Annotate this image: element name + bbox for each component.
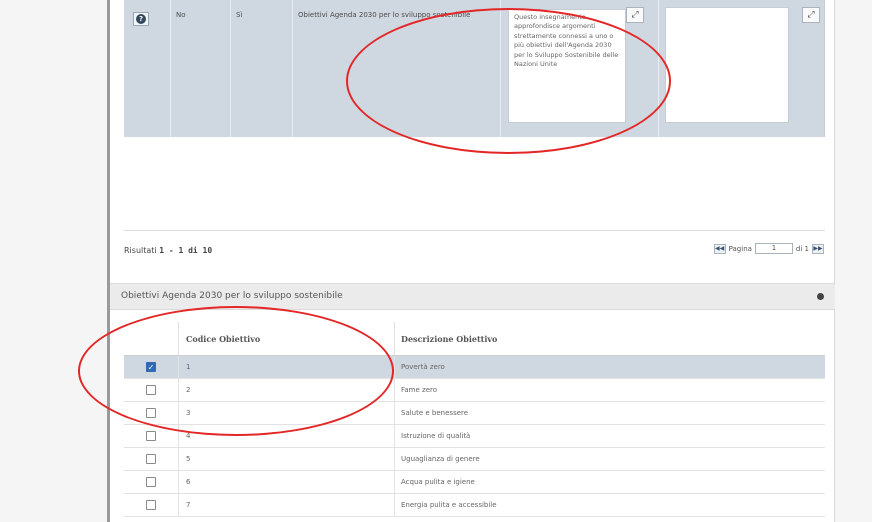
grid-cell-second: ⤢ [658, 0, 825, 137]
table-header: Codice Obiettivo Descrizione Obiettivo [124, 322, 825, 356]
row-select-cell [124, 448, 179, 470]
row-desc: Uguaglianza di genere [401, 455, 480, 463]
table-row[interactable]: 6 Acqua pulita e igiene [124, 471, 825, 494]
grid-cell-si: Sì [230, 0, 292, 137]
checkbox-icon[interactable] [146, 431, 156, 441]
section-header[interactable]: Obiettivi Agenda 2030 per lo sviluppo so… [110, 283, 835, 310]
row-desc: Fame zero [401, 386, 438, 394]
page: ? No Sì Obiettivi Agenda 2030 per lo svi… [0, 0, 872, 522]
grid-cell-description: Questo insegnamento approfondisce argome… [500, 0, 658, 137]
checkbox-icon[interactable] [146, 408, 156, 418]
row-desc: Acqua pulita e igiene [401, 478, 475, 486]
results-range: 1 - 1 di 10 [159, 246, 213, 255]
pager: ◀◀ Pagina 1 di 1 ▶▶ [713, 243, 824, 254]
row-code: 4 [179, 425, 395, 447]
row-code: 2 [179, 379, 395, 401]
row-desc: Povertà zero [401, 363, 445, 371]
row-code: 6 [179, 471, 395, 493]
table-row[interactable]: 4 Istruzione di qualità [124, 425, 825, 448]
checkbox-icon[interactable]: ✓ [146, 362, 156, 372]
row-code: 3 [179, 402, 395, 424]
info-button[interactable]: ? [133, 12, 149, 26]
expand-icon[interactable]: ⤢ [802, 7, 820, 23]
row-select-cell: ✓ [124, 356, 179, 378]
section-title: Obiettivi Agenda 2030 per lo sviluppo so… [121, 291, 343, 301]
row-select-cell [124, 402, 179, 424]
row-desc: Salute e benessere [401, 409, 469, 417]
row-select-cell [124, 471, 179, 493]
table-row[interactable]: 7 Energia pulita e accessibile [124, 494, 825, 517]
row-select-cell [124, 494, 179, 516]
info-icon: ? [136, 14, 146, 24]
collapse-icon[interactable] [817, 293, 824, 300]
grid-cell-obiettivi-label: Obiettivi Agenda 2030 per lo sviluppo so… [292, 0, 500, 137]
grid-cell-info: ? [124, 0, 170, 137]
checkbox-icon[interactable] [146, 454, 156, 464]
table-row[interactable]: 5 Uguaglianza di genere [124, 448, 825, 471]
row-select-cell [124, 425, 179, 447]
results-count: Risultati 1 - 1 di 10 [124, 246, 212, 255]
page-number-input[interactable]: 1 [754, 243, 793, 254]
pager-total: di 1 [795, 244, 809, 253]
row-code: 1 [179, 356, 395, 378]
header-codice[interactable]: Codice Obiettivo [179, 322, 395, 355]
row-code: 7 [179, 494, 395, 516]
header-select [124, 322, 179, 355]
row-code: 5 [179, 448, 395, 470]
first-page-icon[interactable]: ◀◀ [713, 243, 726, 254]
table-row[interactable]: ✓ 1 Povertà zero [124, 356, 825, 379]
pager-label: Pagina [728, 244, 752, 253]
divider [124, 230, 825, 231]
results-prefix: Risultati [124, 246, 160, 255]
grid-cell-no: No [170, 0, 230, 137]
table-row[interactable]: 2 Fame zero [124, 379, 825, 402]
checkbox-icon[interactable] [146, 477, 156, 487]
header-descrizione[interactable]: Descrizione Obiettivo [395, 322, 825, 355]
expand-icon[interactable]: ⤢ [626, 7, 644, 23]
row-select-cell [124, 379, 179, 401]
table-row[interactable]: 3 Salute e benessere [124, 402, 825, 425]
content-panel: ? No Sì Obiettivi Agenda 2030 per lo svi… [110, 0, 835, 522]
row-desc: Energia pulita e accessibile [401, 501, 497, 509]
row-desc: Istruzione di qualità [401, 432, 471, 440]
last-page-icon[interactable]: ▶▶ [812, 243, 824, 254]
checkbox-icon[interactable] [146, 500, 156, 510]
checkbox-icon[interactable] [146, 385, 156, 395]
description-textarea[interactable]: Questo insegnamento approfondisce argome… [508, 9, 626, 123]
objectives-table: Codice Obiettivo Descrizione Obiettivo ✓… [124, 322, 825, 517]
second-textarea[interactable] [665, 7, 789, 123]
grid-row-obiettivi[interactable]: ? No Sì Obiettivi Agenda 2030 per lo svi… [124, 0, 825, 137]
